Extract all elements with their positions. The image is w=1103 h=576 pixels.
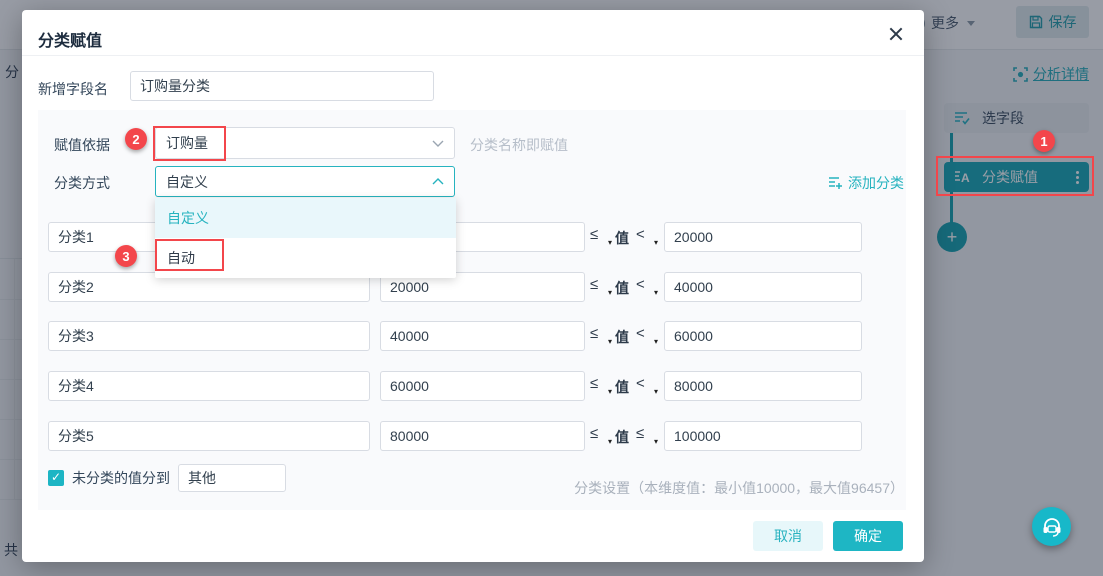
min-value-input[interactable] [380,321,585,351]
confirm-button[interactable]: 确定 [833,521,903,551]
add-category-button[interactable]: 添加分类 [828,173,904,193]
annotation-box-classify-step [936,156,1094,196]
value-label: 值 [615,230,629,246]
value-label: 值 [615,379,629,395]
annotation-badge-1: 1 [1033,130,1055,152]
max-operator-select[interactable]: < ▾ [636,325,660,346]
max-operator-select[interactable]: < ▾ [636,276,660,297]
category-name-input[interactable] [48,371,370,401]
value-label: 值 [615,329,629,345]
classify-assign-dialog: 分类赋值 新增字段名 赋值依据 订购量 分类名称即赋值 分类方式 自定义 [22,10,924,562]
classification-panel: 赋值依据 订购量 分类名称即赋值 分类方式 自定义 添加分类 自定义 自动 分类… [38,110,906,510]
max-operator-select[interactable]: < ▾ [636,226,660,247]
min-operator-select[interactable]: ≤ ▾ [590,276,614,297]
chevron-down-icon [432,140,444,147]
add-category-label: 添加分类 [848,175,904,191]
new-field-name-label: 新增字段名 [38,81,108,97]
add-category-icon [829,177,842,189]
close-icon[interactable] [886,24,906,44]
annotation-badge-2: 2 [125,128,147,150]
max-value-input[interactable] [664,421,862,451]
unclassified-label: 未分类的值分到 [72,470,170,486]
category-name-input[interactable] [48,321,370,351]
unclassified-checkbox[interactable] [48,470,64,486]
category-name-input[interactable] [48,421,370,451]
header-divider [22,55,924,56]
unclassified-row: 未分类的值分到 [48,464,286,492]
value-label: 值 [615,429,629,445]
basis-label: 赋值依据 [54,137,110,153]
method-select[interactable]: 自定义 [155,166,455,197]
min-operator-select[interactable]: ≤ ▾ [590,325,614,346]
category-row-5: ≤▾ 值 ≤▾ [38,421,906,451]
method-select-value: 自定义 [166,173,208,190]
annotation-box-basis-value [153,126,226,161]
method-label: 分类方式 [54,175,110,191]
cancel-button[interactable]: 取消 [753,521,823,551]
max-value-input[interactable] [664,321,862,351]
customer-service-button[interactable] [1032,507,1071,546]
min-value-input[interactable] [380,371,585,401]
max-value-input[interactable] [664,222,862,252]
screen: 更多 保存 分析详情 选字段 A 分类赋值 + 分 共 分类赋值 新增字段名 订… [0,0,1103,576]
min-operator-select[interactable]: ≤ ▾ [590,375,614,396]
category-row-3: ≤▾ 值 <▾ [38,321,906,351]
max-value-input[interactable] [664,272,862,302]
annotation-box-auto-option [155,239,224,271]
basis-hint: 分类名称即赋值 [470,137,568,153]
annotation-badge-3: 3 [115,245,137,267]
max-operator-select[interactable]: < ▾ [636,375,660,396]
min-operator-select[interactable]: ≤ ▾ [590,425,614,446]
max-operator-select[interactable]: ≤ ▾ [636,425,660,446]
headset-icon [1043,517,1060,537]
unclassified-value-input[interactable] [178,464,286,492]
new-field-name-input[interactable] [130,71,434,101]
category-row-4: ≤▾ 值 <▾ [38,371,906,401]
value-label: 值 [615,280,629,296]
max-value-input[interactable] [664,371,862,401]
dialog-title: 分类赋值 [38,33,103,50]
range-footnote: 分类设置（本维度值：最小值10000，最大值96457） [574,480,904,496]
chevron-up-icon [432,178,444,185]
dropdown-option-custom[interactable]: 自定义 [155,198,456,238]
min-operator-select[interactable]: ≤ ▾ [590,226,614,247]
min-value-input[interactable] [380,421,585,451]
